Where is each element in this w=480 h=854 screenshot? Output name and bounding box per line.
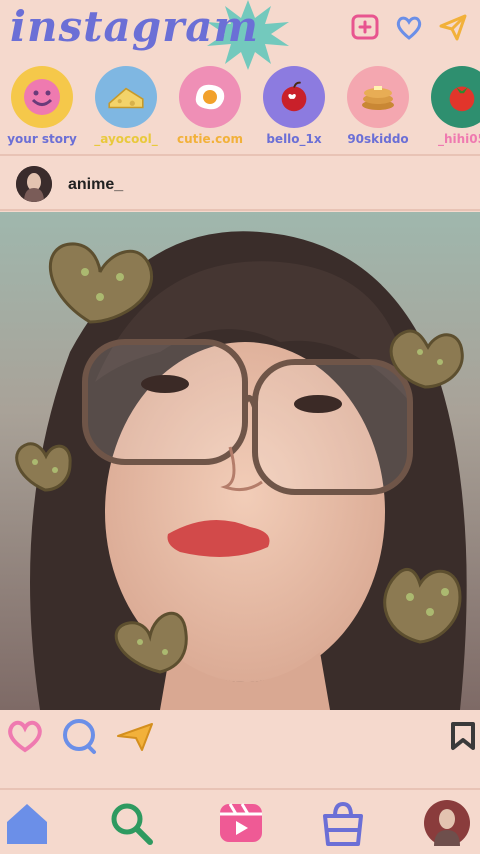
tomato-icon	[449, 86, 475, 112]
top-bar: instagram	[0, 0, 480, 70]
shopping-bag-icon	[323, 801, 363, 846]
story-bello[interactable]: bello_1x	[252, 66, 336, 146]
app-logo: instagram	[10, 2, 259, 51]
nav-profile[interactable]	[422, 798, 472, 848]
smiley-icon	[24, 79, 60, 115]
story-avatar	[431, 66, 480, 128]
story-avatar	[347, 66, 409, 128]
story-label: bello_1x	[266, 132, 322, 146]
post-header: anime_	[0, 160, 480, 210]
add-post-icon[interactable]	[350, 12, 380, 42]
story-avatar	[11, 66, 73, 128]
story-avatar	[179, 66, 241, 128]
nav-home[interactable]	[2, 798, 52, 848]
story-your-story[interactable]: your story	[0, 66, 84, 146]
story-label: 90skiddo	[347, 132, 409, 146]
story-label: your story	[7, 132, 77, 146]
stories-row: your story _ayocool_ cutie.com bello_1x …	[0, 66, 480, 150]
avatar[interactable]	[16, 166, 52, 202]
save-button[interactable]	[448, 716, 478, 756]
share-button[interactable]	[114, 716, 156, 756]
bottom-nav	[0, 790, 480, 854]
heart-icon	[8, 720, 42, 753]
post-actions	[0, 712, 480, 768]
post-photo[interactable]	[0, 212, 480, 710]
pancake-icon	[362, 86, 394, 110]
story-cutie[interactable]: cutie.com	[168, 66, 252, 146]
story-ayocool[interactable]: _ayocool_	[84, 66, 168, 146]
send-icon	[117, 723, 153, 751]
search-icon	[111, 803, 153, 845]
reels-icon	[220, 803, 262, 842]
post-username[interactable]: anime_	[68, 176, 123, 194]
send-icon[interactable]	[438, 12, 468, 42]
home-icon	[7, 804, 47, 844]
portrait-illustration	[15, 231, 467, 710]
avatar	[424, 800, 470, 846]
bookmark-icon	[451, 722, 475, 750]
story-90skiddo[interactable]: 90skiddo	[336, 66, 420, 146]
nav-search[interactable]	[106, 798, 156, 848]
heart-icon[interactable]	[394, 12, 424, 42]
story-label: cutie.com	[176, 132, 244, 146]
story-avatar	[95, 66, 157, 128]
comment-button[interactable]	[58, 716, 100, 756]
like-button[interactable]	[4, 716, 46, 756]
story-hihi05[interactable]: _hihi05	[420, 66, 480, 146]
divider	[0, 154, 480, 156]
divider	[0, 209, 480, 211]
egg-icon	[195, 84, 225, 110]
cheese-icon	[108, 87, 144, 109]
story-label: _ayocool_	[94, 132, 158, 146]
nav-shop[interactable]	[318, 798, 368, 848]
apple-icon	[281, 81, 307, 112]
comment-icon	[63, 719, 96, 754]
story-label: _hihi05	[437, 132, 480, 146]
story-avatar	[263, 66, 325, 128]
nav-reels[interactable]	[216, 798, 266, 848]
